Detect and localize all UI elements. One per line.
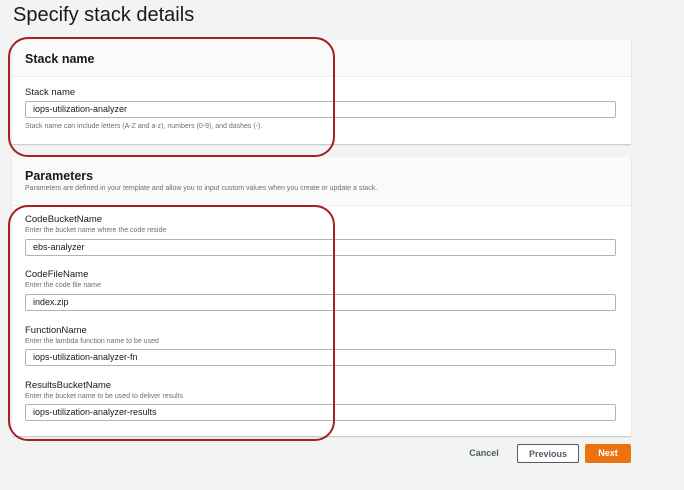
next-button[interactable]: Next	[585, 444, 631, 463]
panel-header: Stack name	[12, 40, 631, 77]
stack-name-panel: Stack name Stack name Stack name can inc…	[12, 40, 631, 144]
panel-title: Stack name	[25, 52, 95, 66]
code-bucket-name-input[interactable]	[25, 239, 616, 256]
field-description: Enter the bucket name to be used to deli…	[25, 393, 183, 400]
panel-header: Parameters Parameters are defined in you…	[12, 157, 631, 206]
stack-name-input[interactable]	[25, 101, 616, 118]
code-file-name-input[interactable]	[25, 294, 616, 311]
field-label: FunctionName	[25, 325, 87, 336]
field-description: Enter the bucket name where the code res…	[25, 227, 167, 234]
field-label: ResultsBucketName	[25, 380, 112, 391]
results-bucket-name-input[interactable]	[25, 404, 616, 421]
stack-name-label: Stack name	[25, 87, 76, 98]
function-name-input[interactable]	[25, 349, 616, 366]
field-description: Enter the code file name	[25, 282, 101, 289]
cancel-button[interactable]: Cancel	[462, 444, 506, 463]
page-title: Specify stack details	[13, 4, 195, 26]
panel-description: Parameters are defined in your template …	[25, 185, 378, 192]
previous-button[interactable]: Previous	[517, 444, 579, 463]
parameters-panel: Parameters Parameters are defined in you…	[12, 157, 631, 436]
panel-title: Parameters	[25, 169, 94, 183]
field-description: Enter the lambda function name to be use…	[25, 338, 159, 345]
stack-name-hint: Stack name can include letters (A-Z and …	[25, 123, 263, 130]
field-label: CodeBucketName	[25, 214, 103, 225]
field-label: CodeFileName	[25, 269, 89, 280]
